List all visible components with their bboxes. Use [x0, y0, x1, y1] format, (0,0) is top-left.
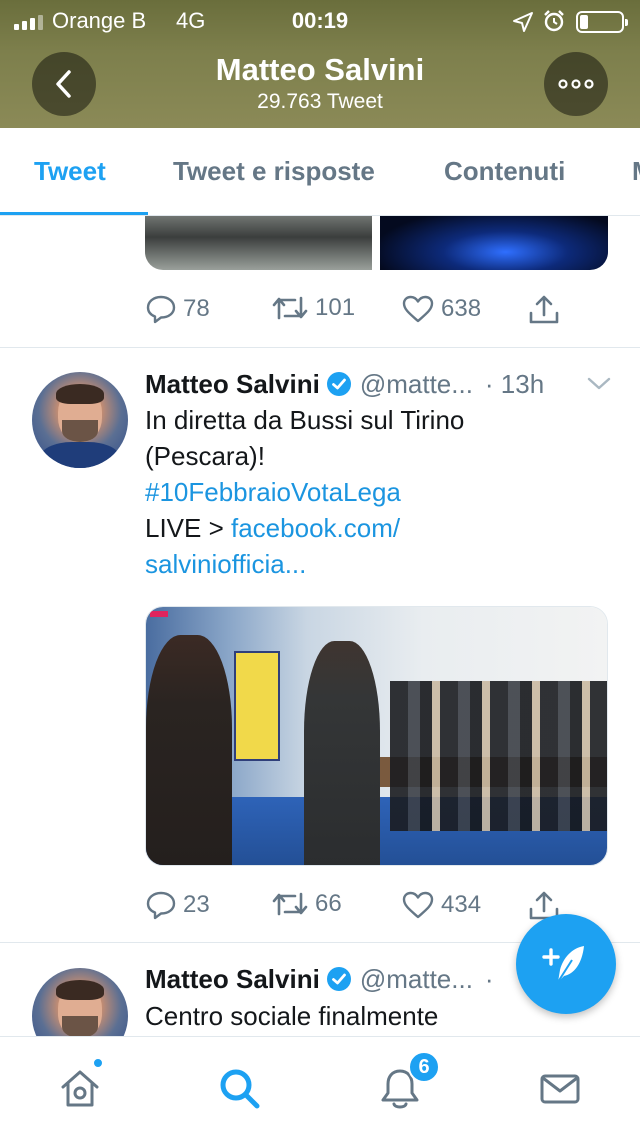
retweet-action[interactable]: 66 [271, 890, 342, 918]
retweet-icon [272, 296, 308, 320]
avatar[interactable] [32, 968, 128, 1036]
more-options-button[interactable] [544, 52, 608, 116]
tweet-text-line: (Pescara)! [145, 441, 265, 471]
reply-action[interactable]: 78 [145, 294, 210, 324]
tweet-video-thumbnail[interactable] [145, 606, 608, 866]
like-count: 434 [441, 891, 482, 918]
chevron-down-icon[interactable] [586, 376, 612, 392]
url-link[interactable]: facebook.com/ [231, 513, 400, 543]
home-new-indicator [92, 1057, 104, 1069]
nav-messages[interactable] [536, 1065, 584, 1113]
location-arrow-icon [512, 11, 534, 39]
tweet-text: In diretta da Bussi sul Tirino (Pescara)… [145, 402, 585, 582]
retweet-count: 66 [315, 890, 342, 917]
tweet-author-handle[interactable]: @matte... [360, 369, 473, 400]
like-count: 638 [441, 295, 482, 322]
lega-banner-image [234, 651, 280, 761]
envelope-icon [540, 1074, 580, 1104]
tab-contenuti[interactable]: Contenuti [444, 156, 565, 187]
tab-mi-piace[interactable]: M [632, 156, 640, 187]
tweet-author-name[interactable]: Matteo Salvini [145, 964, 320, 995]
battery-icon [576, 11, 628, 33]
heart-icon [402, 891, 434, 919]
share-action[interactable] [527, 294, 561, 326]
live-indicator [150, 611, 168, 617]
tweet-timestamp: · 13h [484, 368, 545, 399]
profile-tabs: Tweet Tweet e risposte Contenuti M [0, 128, 640, 216]
tweet-divider [0, 347, 640, 348]
more-dots-icon [558, 79, 594, 89]
verified-badge-icon [326, 372, 351, 396]
tweet-actions: 23 66 434 [145, 890, 575, 930]
tweet-feed[interactable]: 78 101 638 Matteo Salvini @matte... · 13… [0, 216, 640, 1036]
alarm-clock-icon [542, 9, 566, 39]
notifications-badge: 6 [408, 1051, 440, 1083]
compose-tweet-button[interactable] [516, 914, 616, 1014]
reply-action[interactable]: 23 [145, 890, 210, 920]
like-action[interactable]: 434 [401, 890, 481, 920]
retweet-count: 101 [315, 294, 356, 321]
tab-tweet-e-risposte[interactable]: Tweet e risposte [173, 156, 375, 187]
profile-header: Orange B 4G 00:19 Matteo Salvini 29.763 … [0, 0, 640, 128]
hashtag-link[interactable]: #10FebbraioVotaLega [145, 474, 585, 510]
previous-tweet-media[interactable] [145, 216, 608, 270]
tweet-count: 29.763 Tweet [257, 90, 383, 113]
home-icon [61, 1070, 99, 1107]
share-icon [529, 295, 559, 324]
retweet-icon [272, 892, 308, 916]
reply-icon [146, 295, 176, 324]
bottom-navigation: 6 [0, 1036, 640, 1136]
media-image-hall[interactable] [145, 216, 372, 270]
tweet-author-name[interactable]: Matteo Salvini [145, 369, 320, 400]
reply-count: 78 [183, 295, 210, 322]
tweet-text: Centro sociale finalmente [145, 998, 585, 1034]
tab-tweet[interactable]: Tweet [34, 156, 106, 187]
tweet-header: Matteo Salvini @matte... · 13h [145, 366, 615, 402]
search-icon [220, 1069, 260, 1109]
like-action[interactable]: 638 [401, 294, 481, 324]
reply-icon [146, 891, 176, 920]
reply-count: 23 [183, 891, 210, 918]
tweet-text-live: LIVE > [145, 513, 231, 543]
tweet-timestamp: · [484, 963, 494, 994]
avatar[interactable] [32, 372, 128, 468]
previous-tweet-actions: 78 101 638 [145, 294, 575, 334]
status-bar: Orange B 4G 00:19 [0, 6, 640, 36]
feather-plus-icon [542, 946, 584, 983]
tweet-text-line: In diretta da Bussi sul Tirino [145, 405, 465, 435]
verified-badge-icon [326, 967, 351, 991]
tweet-text-line: Centro sociale finalmente [145, 1001, 439, 1031]
heart-icon [402, 295, 434, 323]
nav-search[interactable] [216, 1065, 264, 1113]
tweet-author-handle[interactable]: @matte... [360, 964, 473, 995]
nav-home[interactable] [56, 1065, 104, 1113]
url-link-continued[interactable]: salviniofficia... [145, 546, 585, 582]
retweet-action[interactable]: 101 [271, 294, 355, 322]
media-image-stage[interactable] [380, 216, 608, 270]
